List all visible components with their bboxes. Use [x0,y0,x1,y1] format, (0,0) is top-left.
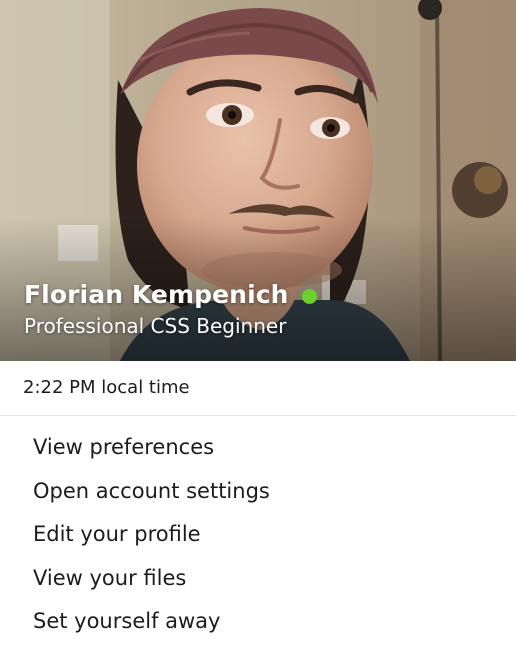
profile-menu: View preferences Open account settings E… [0,426,516,644]
profile-header: Florian Kempenich Professional CSS Begin… [24,276,494,338]
local-time: 2:22 PM local time [23,377,190,398]
profile-title: Professional CSS Beginner [24,314,287,338]
profile-name: Florian Kempenich [24,279,289,309]
name-row: Florian Kempenich [24,276,494,312]
presence-status-icon [301,288,317,304]
menu-item-set-away[interactable]: Set yourself away [0,600,516,644]
menu-item-edit-profile[interactable]: Edit your profile [0,513,516,557]
menu-item-view-files[interactable]: View your files [0,557,516,601]
divider [0,415,516,416]
menu-item-open-account-settings[interactable]: Open account settings [0,470,516,514]
menu-item-view-preferences[interactable]: View preferences [0,426,516,470]
profile-card: Florian Kempenich Professional CSS Begin… [0,0,516,649]
